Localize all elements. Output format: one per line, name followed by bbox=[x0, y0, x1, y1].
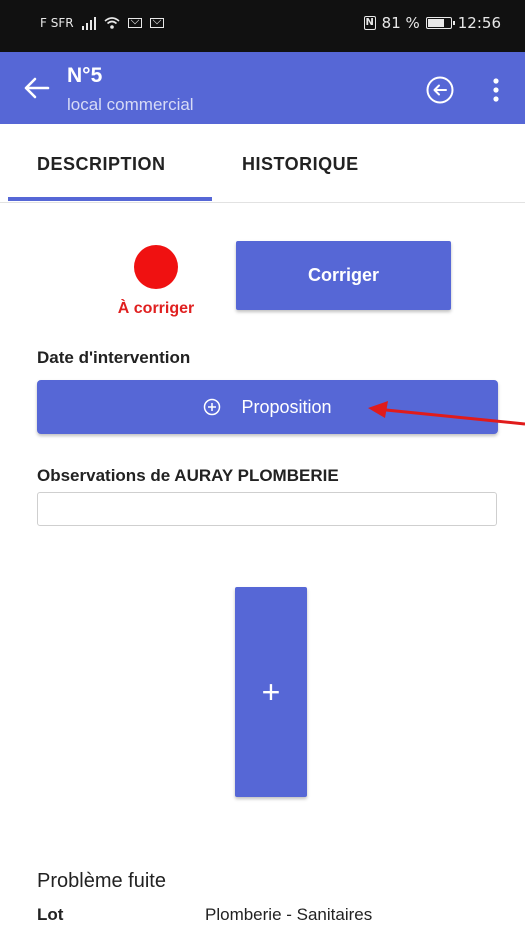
nfc-icon: N bbox=[363, 16, 376, 30]
page-title: N°5 bbox=[67, 64, 103, 87]
date-intervention-label: Date d'intervention bbox=[37, 348, 191, 367]
tab-bar: DESCRIPTION HISTORIQUE bbox=[0, 124, 525, 203]
status-bar: F SFR N 81 % 12:56 bbox=[0, 0, 525, 52]
tab-indicator bbox=[8, 197, 212, 201]
tab-historique[interactable]: HISTORIQUE bbox=[242, 154, 359, 175]
lot-value: Plomberie - Sanitaires bbox=[205, 905, 373, 924]
page-subtitle: local commercial bbox=[67, 95, 194, 114]
carrier-label: F SFR bbox=[40, 16, 74, 30]
more-vert-icon[interactable] bbox=[487, 74, 505, 106]
proposition-label: Proposition bbox=[241, 396, 332, 417]
section-title: Problème fuite bbox=[37, 870, 166, 892]
circle-arrow-left-icon[interactable] bbox=[425, 75, 455, 105]
add-circle-icon bbox=[204, 398, 221, 416]
battery-percent: 81 % bbox=[381, 14, 420, 32]
corriger-button[interactable]: Corriger bbox=[236, 241, 451, 310]
observations-label: Observations de AURAY PLOMBERIE bbox=[37, 466, 339, 485]
wifi-icon bbox=[104, 17, 120, 29]
tab-description[interactable]: DESCRIPTION bbox=[37, 154, 166, 175]
app-bar: N°5 local commercial bbox=[0, 52, 525, 124]
battery-icon bbox=[425, 17, 455, 29]
observations-input[interactable] bbox=[37, 492, 497, 526]
mail-icon-2 bbox=[149, 18, 164, 28]
lot-key-label: Lot bbox=[37, 905, 64, 924]
arrow-back-icon[interactable] bbox=[20, 72, 52, 104]
clock: 12:56 bbox=[457, 14, 501, 32]
mail-icon bbox=[127, 18, 142, 28]
signal-icon bbox=[81, 16, 96, 30]
annotation-arrow-icon bbox=[368, 401, 525, 426]
status-label: À corriger bbox=[117, 300, 195, 317]
status-indicator-dot bbox=[134, 245, 178, 289]
add-photo-button[interactable]: + bbox=[235, 587, 307, 797]
